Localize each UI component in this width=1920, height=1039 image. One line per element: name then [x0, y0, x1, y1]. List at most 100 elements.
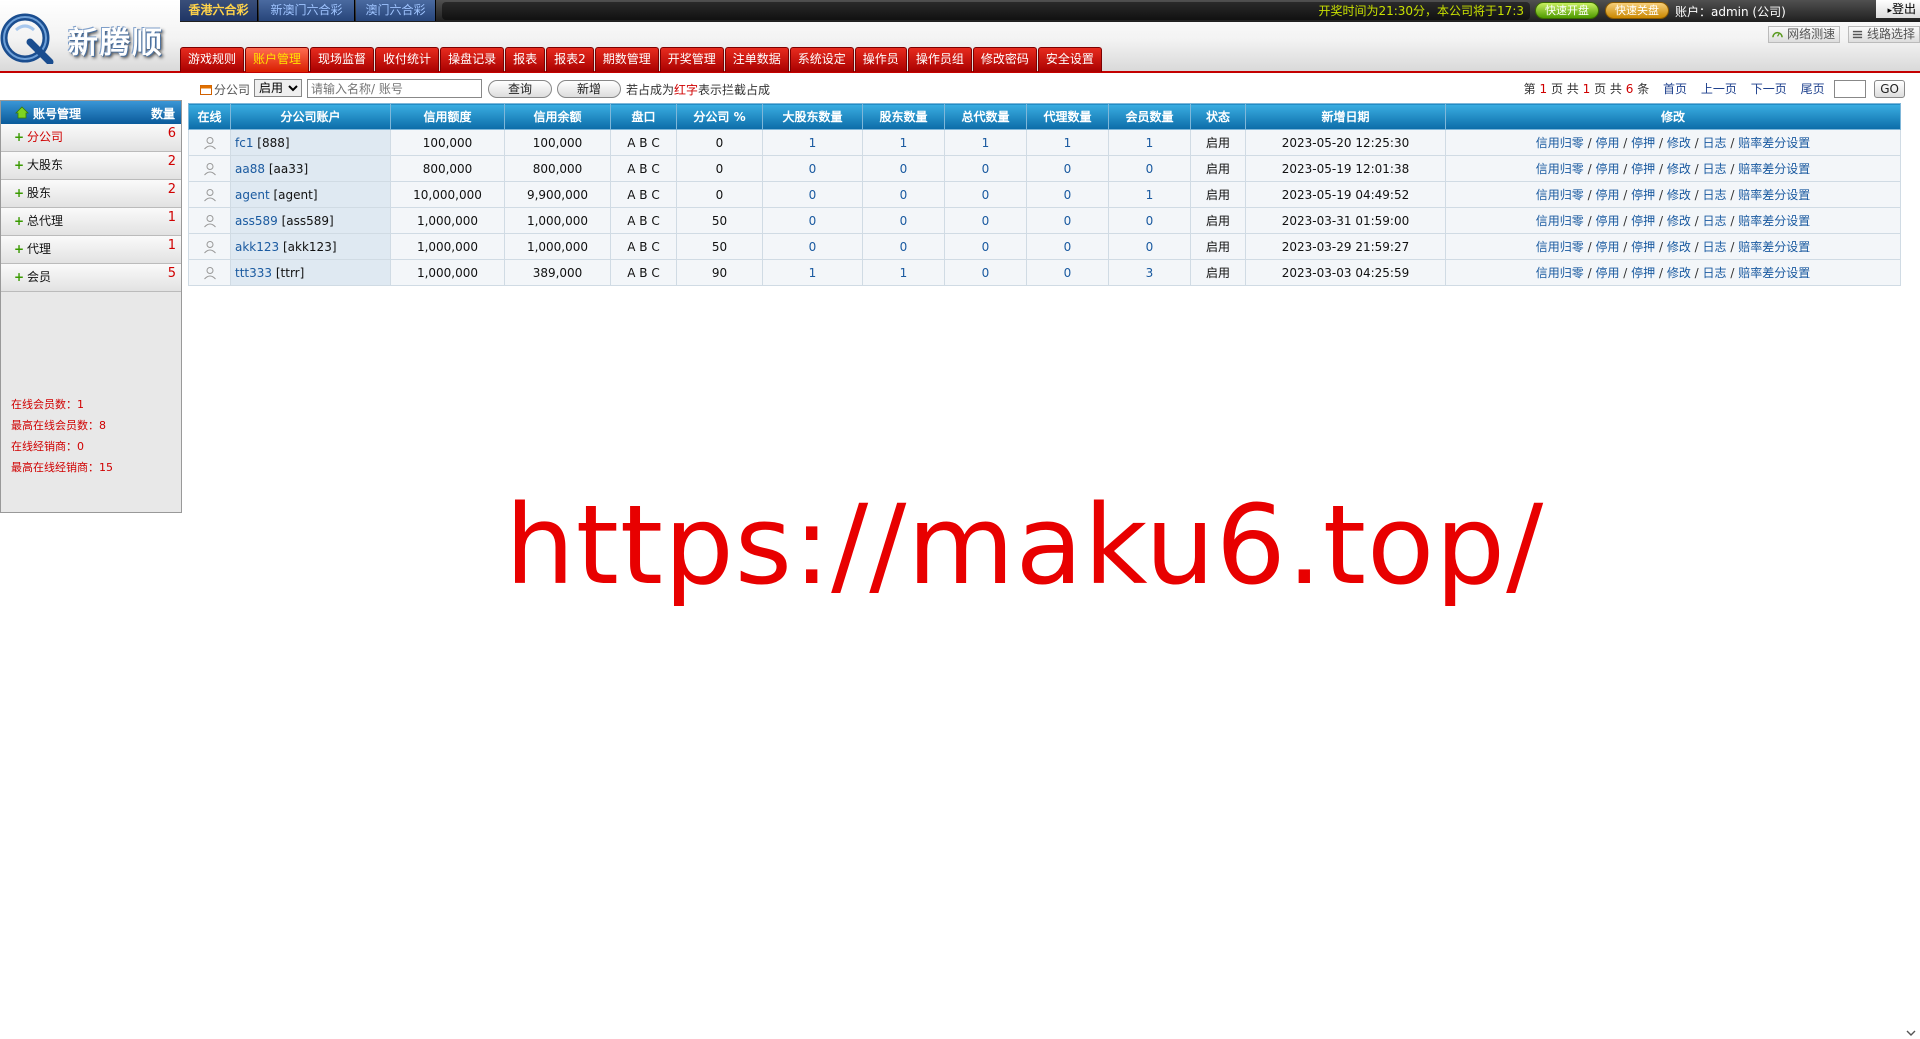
action-link[interactable]: 停押 — [1631, 162, 1655, 176]
action-link[interactable]: 信用归零 — [1536, 266, 1584, 280]
fast-open-button[interactable]: 快速开盘 — [1535, 2, 1599, 19]
go-button[interactable]: GO — [1874, 80, 1905, 98]
cell-big[interactable]: 0 — [762, 155, 863, 182]
cell-agent[interactable]: 0 — [1026, 181, 1109, 208]
fast-stop-button[interactable]: 快速关盘 — [1605, 2, 1669, 19]
nav-item-9[interactable]: 注单数据 — [724, 47, 789, 72]
account-link[interactable]: akk123 — [235, 240, 279, 254]
action-link[interactable]: 停用 — [1595, 136, 1619, 150]
nav-item-10[interactable]: 系统设定 — [789, 47, 854, 72]
action-link[interactable]: 赔率差分设置 — [1738, 188, 1810, 202]
cell-agent[interactable]: 0 — [1026, 155, 1109, 182]
action-link[interactable]: 停用 — [1595, 266, 1619, 280]
nav-item-7[interactable]: 期数管理 — [594, 47, 659, 72]
logout-button[interactable]: ▸登出 — [1876, 0, 1920, 18]
tab-new-macau-lottery[interactable]: 新澳门六合彩 — [259, 0, 355, 21]
cell-big[interactable]: 0 — [762, 207, 863, 234]
cell-member[interactable]: 1 — [1108, 129, 1191, 156]
cell-big[interactable]: 0 — [762, 181, 863, 208]
sidebar-item[interactable]: + 代理 1 — [1, 236, 181, 264]
add-button[interactable]: 新增 — [557, 80, 621, 98]
cell-agent[interactable]: 0 — [1026, 233, 1109, 260]
action-link[interactable]: 赔率差分设置 — [1738, 162, 1810, 176]
route-select-button[interactable]: 线路选择 — [1847, 26, 1920, 43]
action-link[interactable]: 修改 — [1667, 240, 1691, 254]
pager-prev[interactable]: 上一页 — [1701, 82, 1737, 96]
action-link[interactable]: 停用 — [1595, 162, 1619, 176]
cell-member[interactable]: 0 — [1108, 233, 1191, 260]
cell-general[interactable]: 0 — [944, 155, 1027, 182]
action-link[interactable]: 停用 — [1595, 188, 1619, 202]
nav-item-6[interactable]: 报表2 — [546, 47, 594, 72]
nav-item-11[interactable]: 操作员 — [854, 47, 907, 72]
cell-general[interactable]: 1 — [944, 129, 1027, 156]
cell-share[interactable]: 1 — [862, 259, 945, 286]
cell-big[interactable]: 1 — [762, 259, 863, 286]
nav-item-8[interactable]: 开奖管理 — [659, 47, 724, 72]
nav-item-5[interactable]: 报表 — [505, 47, 546, 72]
sidebar-item[interactable]: + 总代理 1 — [1, 208, 181, 236]
cell-share[interactable]: 0 — [862, 181, 945, 208]
cell-share[interactable]: 0 — [862, 207, 945, 234]
nav-item-4[interactable]: 操盘记录 — [440, 47, 505, 72]
action-link[interactable]: 停押 — [1631, 136, 1655, 150]
action-link[interactable]: 修改 — [1667, 188, 1691, 202]
cell-general[interactable]: 0 — [944, 181, 1027, 208]
cell-general[interactable]: 0 — [944, 207, 1027, 234]
action-link[interactable]: 日志 — [1703, 188, 1727, 202]
cell-share[interactable]: 0 — [862, 155, 945, 182]
account-link[interactable]: ass589 — [235, 214, 278, 228]
action-link[interactable]: 修改 — [1667, 136, 1691, 150]
action-link[interactable]: 信用归零 — [1536, 240, 1584, 254]
account-link[interactable]: aa88 — [235, 162, 265, 176]
action-link[interactable]: 赔率差分设置 — [1738, 136, 1810, 150]
pager-last[interactable]: 尾页 — [1801, 82, 1825, 96]
action-link[interactable]: 修改 — [1667, 162, 1691, 176]
action-link[interactable]: 日志 — [1703, 162, 1727, 176]
action-link[interactable]: 信用归零 — [1536, 214, 1584, 228]
nav-item-1[interactable]: 账户管理 — [245, 47, 310, 72]
cell-general[interactable]: 0 — [944, 233, 1027, 260]
cell-member[interactable]: 0 — [1108, 207, 1191, 234]
account-link[interactable]: fc1 — [235, 136, 253, 150]
nav-item-12[interactable]: 操作员组 — [907, 47, 972, 72]
action-link[interactable]: 日志 — [1703, 136, 1727, 150]
nav-item-2[interactable]: 现场监督 — [310, 47, 375, 72]
action-link[interactable]: 停用 — [1595, 214, 1619, 228]
action-link[interactable]: 修改 — [1667, 214, 1691, 228]
action-link[interactable]: 停用 — [1595, 240, 1619, 254]
action-link[interactable]: 停押 — [1631, 188, 1655, 202]
action-link[interactable]: 停押 — [1631, 240, 1655, 254]
search-input[interactable] — [307, 79, 482, 98]
sidebar-item[interactable]: + 股东 2 — [1, 180, 181, 208]
action-link[interactable]: 赔率差分设置 — [1738, 240, 1810, 254]
cell-agent[interactable]: 0 — [1026, 207, 1109, 234]
cell-agent[interactable]: 1 — [1026, 129, 1109, 156]
cell-agent[interactable]: 0 — [1026, 259, 1109, 286]
sidebar-item[interactable]: + 分公司 6 — [1, 124, 181, 152]
cell-general[interactable]: 0 — [944, 259, 1027, 286]
action-link[interactable]: 日志 — [1703, 214, 1727, 228]
cell-big[interactable]: 0 — [762, 233, 863, 260]
tab-hk-lottery[interactable]: 香港六合彩 — [180, 0, 258, 21]
action-link[interactable]: 修改 — [1667, 266, 1691, 280]
account-link[interactable]: ttt333 — [235, 266, 272, 280]
nav-item-3[interactable]: 收付统计 — [375, 47, 440, 72]
cell-member[interactable]: 1 — [1108, 181, 1191, 208]
pager-next[interactable]: 下一页 — [1751, 82, 1787, 96]
query-button[interactable]: 查询 — [488, 80, 552, 98]
action-link[interactable]: 日志 — [1703, 240, 1727, 254]
action-link[interactable]: 停押 — [1631, 214, 1655, 228]
logo[interactable]: 新腾顺 — [0, 0, 180, 72]
sidebar-item[interactable]: + 会员 5 — [1, 264, 181, 292]
nav-item-13[interactable]: 修改密码 — [972, 47, 1037, 72]
cell-share[interactable]: 0 — [862, 233, 945, 260]
action-link[interactable]: 赔率差分设置 — [1738, 214, 1810, 228]
page-input[interactable] — [1834, 80, 1867, 98]
speed-test-button[interactable]: 网络测速 — [1768, 26, 1841, 43]
scroll-down-arrow-icon[interactable] — [1906, 1029, 1916, 1037]
cell-member[interactable]: 0 — [1108, 155, 1191, 182]
cell-share[interactable]: 1 — [862, 129, 945, 156]
action-link[interactable]: 信用归零 — [1536, 162, 1584, 176]
pager-first[interactable]: 首页 — [1663, 82, 1687, 96]
